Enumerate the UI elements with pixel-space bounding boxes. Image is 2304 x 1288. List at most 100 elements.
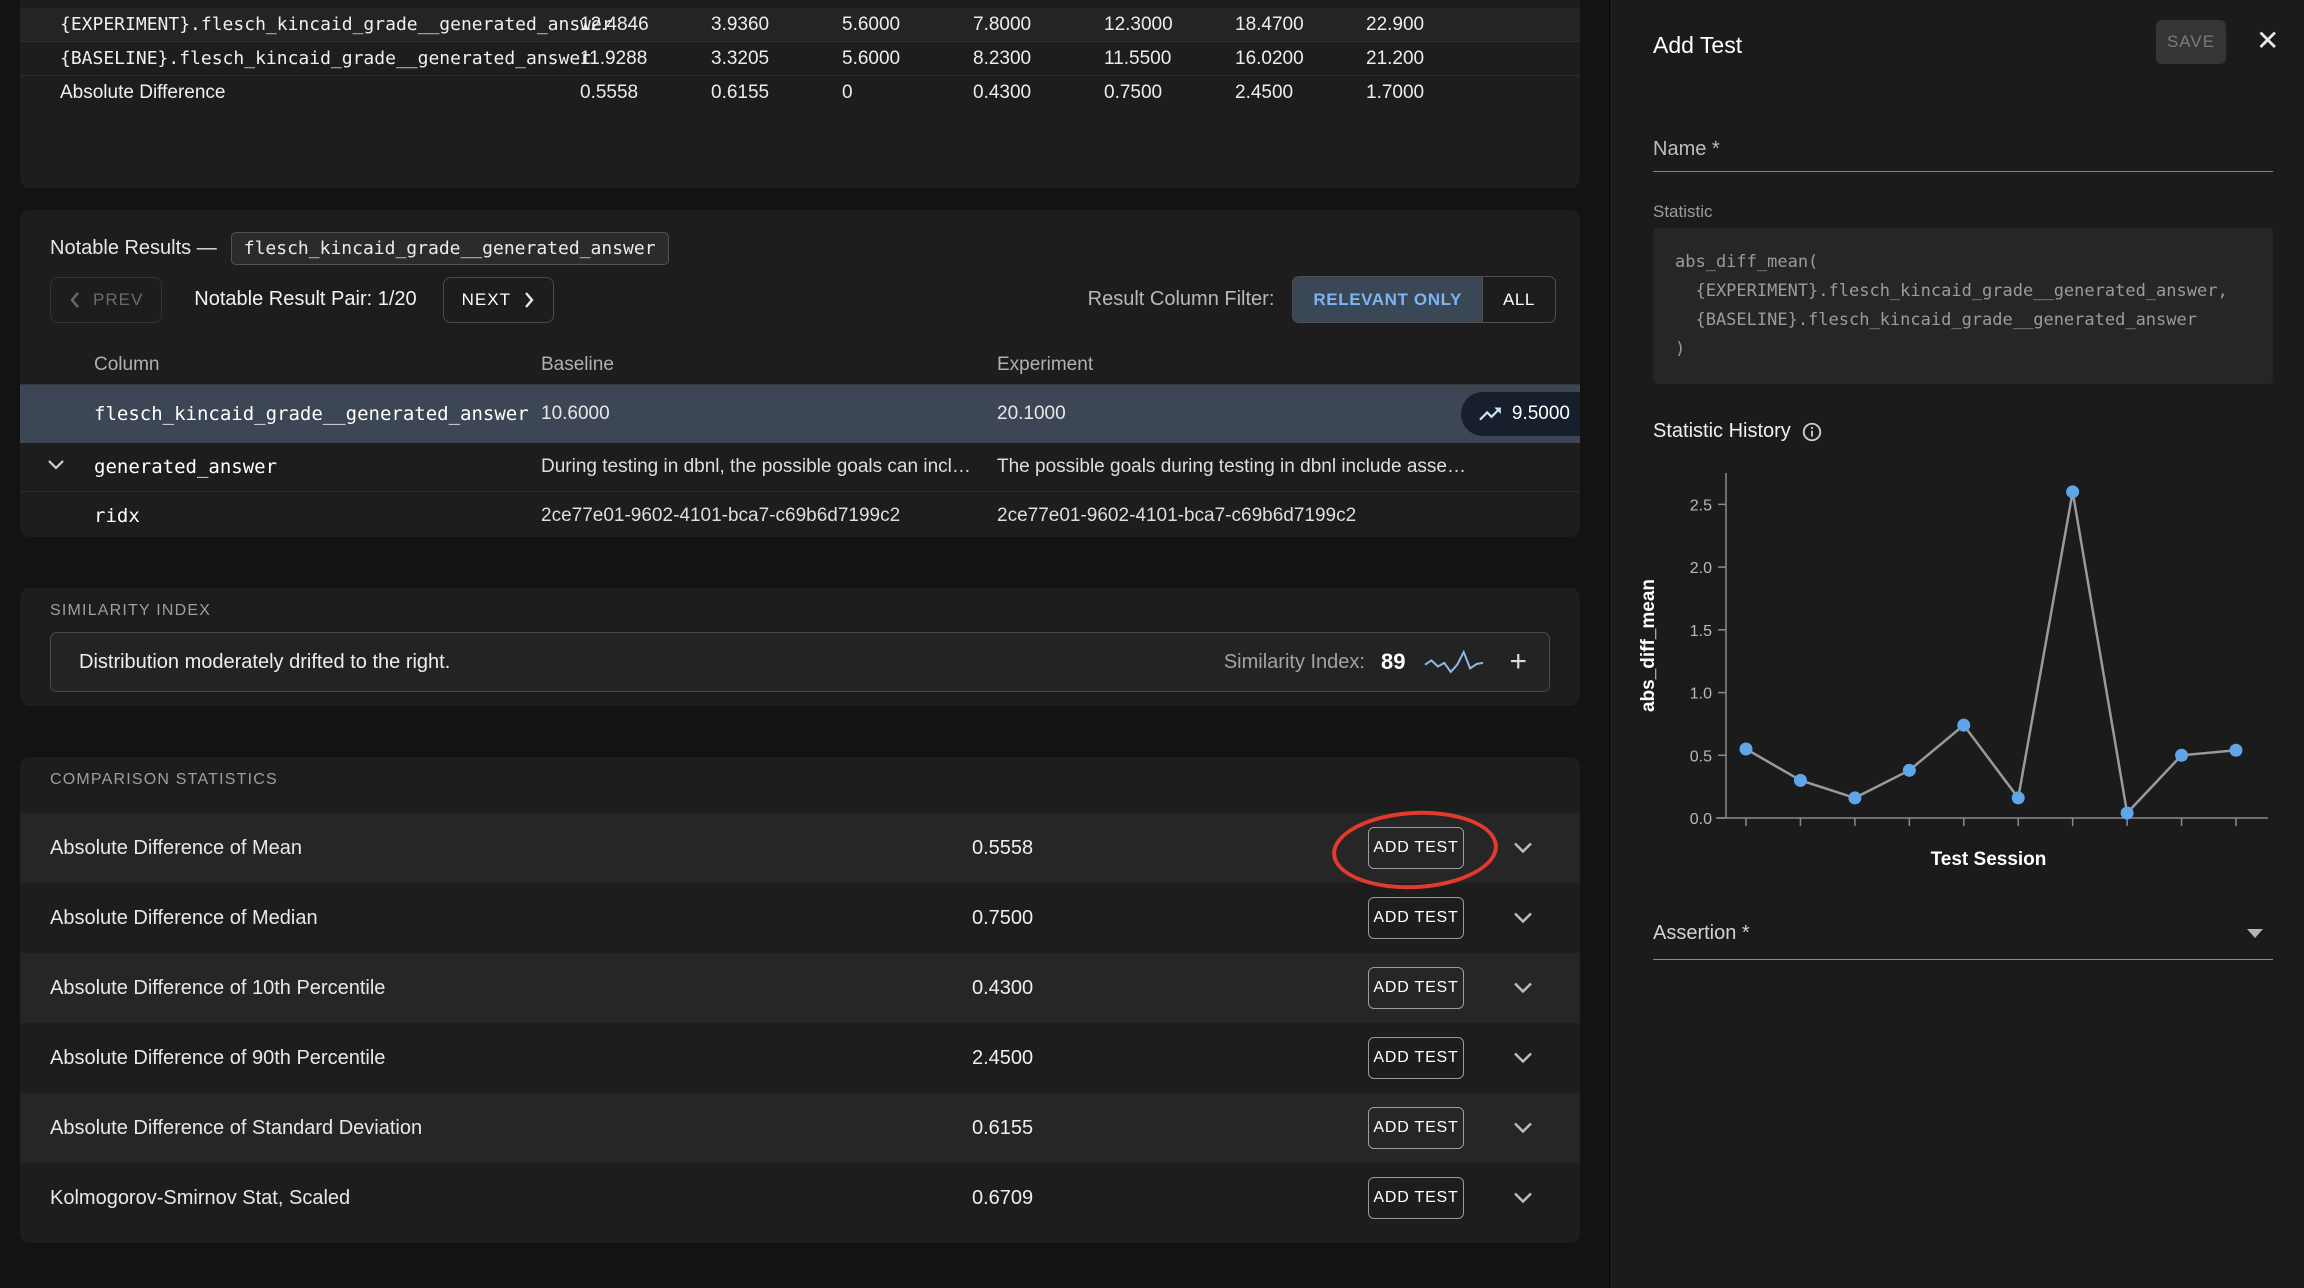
chevron-down-icon[interactable] (1512, 911, 1534, 926)
chevron-down-icon[interactable] (1512, 841, 1534, 856)
add-similarity-test-button[interactable]: + (1503, 647, 1533, 677)
comparison-rows: Absolute Difference of Mean 0.5558 ADD T… (20, 813, 1580, 1233)
table-row: {EXPERIMENT}.flesch_kincaid_grade__gener… (20, 8, 1580, 42)
name-field-label: Name * (1653, 138, 1720, 161)
statistic-history-label: Statistic History (1653, 420, 1823, 443)
cell-value: 12.4846 (580, 14, 711, 36)
close-icon[interactable]: ✕ (2256, 24, 2279, 57)
add-test-button[interactable]: ADD TEST (1368, 897, 1464, 939)
prev-button[interactable]: PREV (50, 277, 162, 323)
cell-value: 16.0200 (1235, 48, 1366, 70)
cell-value: 11.5500 (1104, 48, 1235, 70)
similarity-sparkline (1421, 647, 1487, 677)
next-button[interactable]: NEXT (443, 277, 554, 323)
statistic-history-chart: 0.00.51.01.52.02.5abs_diff_meanTest Sess… (1626, 448, 2286, 893)
filter-label: Result Column Filter: (1088, 288, 1275, 311)
stat-label: Absolute Difference of Standard Deviatio… (50, 1117, 422, 1140)
similarity-box: Distribution moderately drifted to the r… (50, 632, 1550, 692)
add-test-button[interactable]: ADD TEST (1368, 1177, 1464, 1219)
add-test-button[interactable]: ADD TEST (1368, 827, 1464, 869)
table-row[interactable]: generated_answer During testing in dbnl,… (20, 443, 1580, 492)
section-label: SIMILARITY INDEX (50, 602, 211, 620)
drawer-title: Add Test (1653, 32, 1742, 59)
cell-value: 0.4300 (973, 82, 1104, 104)
pair-counter: Notable Result Pair: 1/20 (194, 288, 416, 311)
info-icon[interactable] (1801, 421, 1823, 443)
cell-value: 1.7000 (1366, 82, 1497, 104)
notable-results-card: Notable Results — flesch_kincaid_grade__… (20, 210, 1580, 537)
cell-value: 0.6155 (711, 82, 842, 104)
cell-value: 12.3000 (1104, 14, 1235, 36)
next-button-label: NEXT (462, 290, 511, 310)
add-test-button[interactable]: ADD TEST (1368, 1107, 1464, 1149)
cell-value: 5.6000 (842, 14, 973, 36)
svg-text:Test Session: Test Session (1931, 849, 2047, 870)
column-header: Experiment (997, 354, 1580, 376)
similarity-message: Distribution moderately drifted to the r… (79, 651, 450, 674)
filter-relevant-only-toggle[interactable]: RELEVANT ONLY (1293, 277, 1483, 322)
table-row-selected[interactable]: flesch_kincaid_grade__generated_answer 1… (20, 385, 1580, 443)
notable-results-title-text: Notable Results — (50, 237, 217, 260)
save-button[interactable]: SAVE (2156, 20, 2226, 64)
notable-results-table: Column Baseline Experiment flesch_kincai… (20, 345, 1580, 537)
table-row: Absolute Difference 0.5558 0.6155 0 0.43… (20, 76, 1580, 110)
cell-value: 0.5558 (580, 82, 711, 104)
cell-column-name: ridx (20, 505, 541, 527)
cell-value: 7.8000 (973, 14, 1104, 36)
assertion-select[interactable]: Assertion * (1653, 908, 2273, 960)
stat-label: Absolute Difference of 10th Percentile (50, 977, 385, 1000)
column-name-chip: flesch_kincaid_grade__generated_answer (231, 232, 669, 265)
stat-value: 2.4500 (972, 1047, 1033, 1070)
cell-baseline: During testing in dbnl, the possible goa… (541, 456, 997, 478)
statistic-history-text: Statistic History (1653, 420, 1791, 443)
comparison-statistics-card: COMPARISON STATISTICS Absolute Differenc… (20, 757, 1580, 1243)
column-header: Baseline (541, 354, 997, 376)
trend-badge[interactable]: 9.5000 (1461, 392, 1580, 436)
assertion-select-label: Assertion * (1653, 922, 1750, 945)
add-test-button[interactable]: ADD TEST (1368, 1037, 1464, 1079)
chevron-down-icon[interactable] (1512, 1121, 1534, 1136)
cell-value: 0.7500 (1104, 82, 1235, 104)
svg-text:1.0: 1.0 (1690, 686, 1712, 703)
table-row: {BASELINE}.flesch_kincaid_grade__generat… (20, 42, 1580, 76)
cell-baseline: 10.6000 (541, 403, 997, 425)
svg-text:2.5: 2.5 (1690, 497, 1712, 514)
svg-text:0.5: 0.5 (1690, 748, 1712, 765)
cell-value: 0 (842, 82, 973, 104)
notable-results-title: Notable Results — flesch_kincaid_grade__… (50, 232, 669, 265)
chevron-down-icon[interactable] (1512, 1051, 1534, 1066)
comparison-row: Kolmogorov-Smirnov Stat, Scaled 0.6709 A… (20, 1163, 1580, 1233)
chevron-right-icon (523, 290, 535, 310)
filter-all-toggle[interactable]: ALL (1483, 277, 1555, 322)
cell-experiment: The possible goals during testing in dbn… (997, 456, 1580, 478)
add-test-button[interactable]: ADD TEST (1368, 967, 1464, 1009)
code-line: abs_diff_mean( (1675, 248, 2251, 277)
code-line: {BASELINE}.flesch_kincaid_grade__generat… (1675, 306, 2251, 335)
stat-value: 0.6709 (972, 1187, 1033, 1210)
stat-value: 0.5558 (972, 837, 1033, 860)
name-field[interactable]: Name * (1653, 120, 2273, 172)
add-test-drawer: Add Test SAVE ✕ Name * Statistic abs_dif… (1609, 0, 2304, 1288)
comparison-row: Absolute Difference of Standard Deviatio… (20, 1093, 1580, 1163)
trending-up-icon (1477, 401, 1503, 427)
cell-value: 11.9288 (580, 48, 711, 70)
cell-baseline: 2ce77e01-9602-4101-bca7-c69b6d7199c2 (541, 505, 997, 527)
comparison-row: Absolute Difference of Median 0.7500 ADD… (20, 883, 1580, 953)
comparison-row: Absolute Difference of 10th Percentile 0… (20, 953, 1580, 1023)
chevron-down-icon[interactable] (1512, 981, 1534, 996)
chevron-down-icon[interactable] (1512, 1191, 1534, 1206)
expand-row-chevron-icon[interactable] (46, 456, 66, 478)
column-header: Column (20, 354, 541, 376)
cell-experiment: 2ce77e01-9602-4101-bca7-c69b6d7199c2 (997, 505, 1580, 527)
row-label: {BASELINE}.flesch_kincaid_grade__generat… (60, 48, 580, 69)
cell-value: 8.2300 (973, 48, 1104, 70)
row-label: Absolute Difference (60, 82, 580, 104)
chevron-left-icon (69, 290, 81, 310)
similarity-index-value: 89 (1381, 649, 1405, 675)
cell-column-name: generated_answer (20, 456, 541, 478)
table-row[interactable]: ridx 2ce77e01-9602-4101-bca7-c69b6d7199c… (20, 492, 1580, 537)
cell-value: 3.9360 (711, 14, 842, 36)
app-root: {EXPERIMENT}.flesch_kincaid_grade__gener… (0, 0, 2304, 1288)
row-label: {EXPERIMENT}.flesch_kincaid_grade__gener… (60, 14, 580, 35)
stat-label: Absolute Difference of 90th Percentile (50, 1047, 385, 1070)
